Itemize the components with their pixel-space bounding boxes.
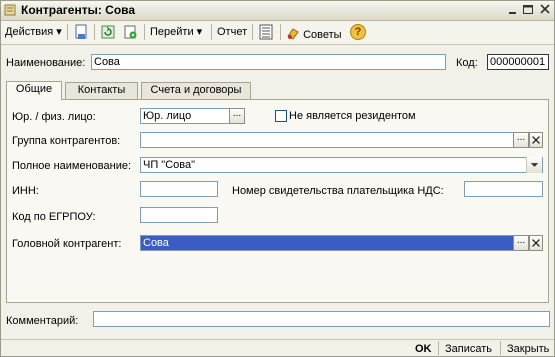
toolbar: Действия ▾ Перейти ▾ Отчет Советы ? <box>1 21 554 45</box>
counterparty-window: Контрагенты: Сова Действия ▾ Перейти ▾ О… <box>0 0 555 357</box>
clear-icon[interactable] <box>529 235 543 251</box>
dropdown-arrow-icon: ▾ <box>196 26 203 38</box>
structure-icon[interactable] <box>73 24 89 40</box>
toolbar-separator <box>280 24 281 40</box>
select-button[interactable]: ... <box>513 132 529 148</box>
egrpou-label: Код по ЕГРПОУ: <box>12 211 96 223</box>
vat-field[interactable] <box>464 181 543 197</box>
maximize-icon[interactable] <box>521 3 535 16</box>
parent-label: Головной контрагент: <box>12 238 122 250</box>
vat-label: Номер свидетельства плательщика НДС: <box>232 185 444 197</box>
code-label: Код: <box>456 57 478 69</box>
footer-bar: OK Записать Закрыть <box>1 339 554 357</box>
toolbar-separator <box>144 24 145 40</box>
tab-general[interactable]: Общие <box>6 81 62 100</box>
select-button[interactable]: ... <box>229 108 245 124</box>
window-title: Контрагенты: Сова <box>21 3 136 17</box>
close-icon[interactable] <box>538 3 552 16</box>
refresh-icon[interactable] <box>100 24 116 40</box>
goto-menu[interactable]: Перейти ▾ <box>150 24 202 40</box>
comment-field[interactable] <box>93 311 550 327</box>
group-label: Группа контрагентов: <box>12 135 121 147</box>
group-field[interactable] <box>140 132 514 148</box>
footer-separator <box>438 341 439 355</box>
tips-label: Советы <box>303 29 342 41</box>
toolbar-separator <box>252 24 253 40</box>
minimize-icon[interactable] <box>506 3 520 16</box>
fullname-value: ЧП "Сова" <box>143 159 196 171</box>
actions-menu[interactable]: Действия ▾ <box>5 24 62 40</box>
save-button[interactable]: Записать <box>445 343 492 355</box>
toolbar-separator <box>211 24 212 40</box>
tips-button[interactable]: Советы <box>286 24 342 41</box>
report-button[interactable]: Отчет <box>217 24 247 40</box>
fullname-field[interactable]: ЧП "Сова" <box>140 157 543 173</box>
goto-label: Перейти <box>150 26 194 38</box>
copy-doc-icon[interactable] <box>122 24 138 40</box>
nonresident-checkbox[interactable] <box>275 110 287 122</box>
tab-accounts[interactable]: Счета и договоры <box>141 82 251 99</box>
fullname-label: Полное наименование: <box>12 160 132 172</box>
tab-contacts[interactable]: Контакты <box>65 82 138 99</box>
name-label: Наименование: <box>6 57 86 69</box>
clear-icon[interactable] <box>529 132 543 148</box>
inn-label: ИНН: <box>12 185 39 197</box>
nonresident-label: Не является резидентом <box>289 110 416 122</box>
name-field[interactable]: Сова <box>91 54 446 70</box>
dropdown-arrow-icon: ▾ <box>56 26 62 38</box>
toolbar-separator <box>67 24 68 40</box>
toolbar-separator <box>94 24 95 40</box>
egrpou-field[interactable] <box>140 207 218 223</box>
list-icon[interactable] <box>258 24 274 40</box>
chevron-down-icon[interactable] <box>526 157 542 173</box>
actions-label: Действия <box>5 26 54 38</box>
tips-icon <box>287 28 299 40</box>
window-icon <box>4 4 16 16</box>
general-tab-panel <box>6 99 549 303</box>
footer-separator <box>500 341 501 355</box>
legal-type-field[interactable]: Юр. лицо <box>140 108 230 124</box>
select-button[interactable]: ... <box>513 235 529 251</box>
inn-field[interactable] <box>140 181 218 197</box>
ok-button[interactable]: OK <box>415 343 432 355</box>
code-field[interactable]: 000000001 <box>487 54 549 70</box>
close-button[interactable]: Закрыть <box>507 343 549 355</box>
legal-type-label: Юр. / физ. лицо: <box>12 111 96 123</box>
help-button[interactable]: ? <box>350 24 366 40</box>
title-bar: Контрагенты: Сова <box>1 1 554 21</box>
parent-field[interactable]: Сова <box>140 235 514 251</box>
comment-label: Комментарий: <box>6 315 79 327</box>
